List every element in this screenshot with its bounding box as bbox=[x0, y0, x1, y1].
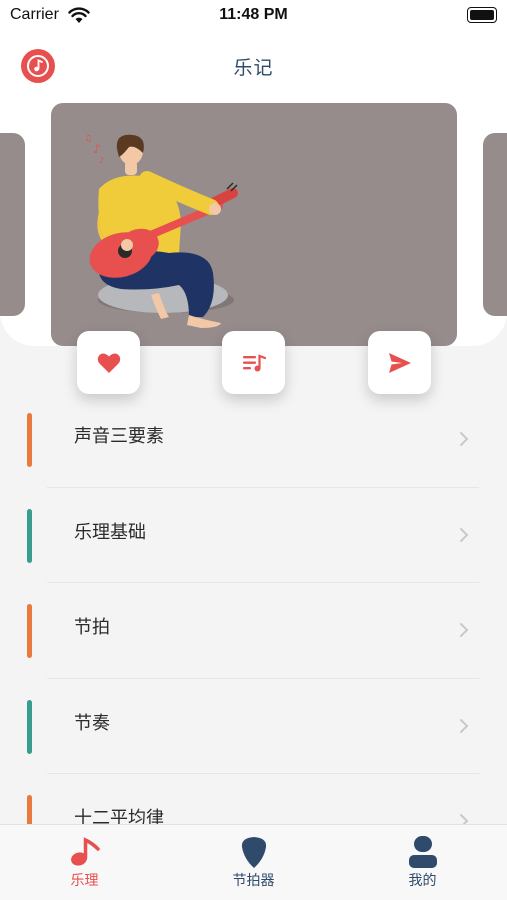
page-title: 乐记 bbox=[233, 57, 274, 79]
svg-text:♪: ♪ bbox=[99, 156, 104, 165]
user-icon bbox=[408, 836, 437, 868]
send-icon bbox=[388, 352, 411, 373]
playlist-button[interactable] bbox=[222, 331, 285, 394]
topic-label: 声音三要素 bbox=[74, 426, 164, 447]
list-item[interactable]: 节拍 bbox=[0, 583, 507, 679]
list-item[interactable]: 乐理基础 bbox=[0, 488, 507, 583]
tab-music-theory[interactable]: 乐理 bbox=[0, 825, 169, 900]
carousel-prev-card[interactable] bbox=[0, 133, 25, 316]
share-button[interactable] bbox=[368, 331, 431, 394]
topic-accent-bar bbox=[27, 413, 32, 467]
heart-icon bbox=[97, 353, 120, 373]
topic-label: 节奏 bbox=[74, 712, 110, 734]
like-button[interactable] bbox=[77, 331, 140, 394]
tab-bar: 乐理 节拍器 我的 bbox=[0, 824, 507, 900]
topic-list: 声音三要素 乐理基础 节拍 节奏 十二平均律 bbox=[0, 392, 507, 870]
topic-label: 乐理基础 bbox=[74, 521, 146, 543]
list-item[interactable]: 节奏 bbox=[0, 679, 507, 774]
svg-text:♫: ♫ bbox=[84, 134, 92, 144]
guitar-player-illustration: ♪ ♫ ♪ bbox=[84, 134, 238, 328]
carousel-next-card[interactable] bbox=[483, 133, 507, 316]
guitar-pick-icon bbox=[241, 837, 266, 868]
tab-profile[interactable]: 我的 bbox=[338, 825, 507, 900]
topic-accent-bar bbox=[27, 604, 32, 658]
tab-label: 乐理 bbox=[70, 873, 99, 889]
status-bar: Carrier 11:48 PM bbox=[0, 0, 507, 32]
tab-label: 节拍器 bbox=[232, 873, 275, 889]
chevron-right-icon bbox=[460, 527, 469, 542]
music-note-icon bbox=[70, 837, 100, 866]
chevron-right-icon bbox=[460, 623, 469, 637]
chevron-right-icon bbox=[460, 432, 469, 446]
tab-metronome[interactable]: 节拍器 bbox=[169, 825, 338, 900]
svg-text:♪: ♪ bbox=[93, 142, 101, 156]
topic-label: 节拍 bbox=[74, 617, 110, 638]
battery-icon bbox=[467, 7, 497, 23]
status-time: 11:48 PM bbox=[219, 6, 288, 23]
topic-accent-bar bbox=[27, 699, 32, 754]
chevron-right-icon bbox=[460, 718, 469, 733]
playlist-music-icon bbox=[242, 353, 266, 371]
banner-card[interactable]: ♪ ♫ ♪ bbox=[51, 103, 457, 346]
list-item[interactable]: 声音三要素 bbox=[0, 392, 507, 488]
tab-label: 我的 bbox=[408, 873, 437, 889]
topic-accent-bar bbox=[27, 508, 32, 563]
